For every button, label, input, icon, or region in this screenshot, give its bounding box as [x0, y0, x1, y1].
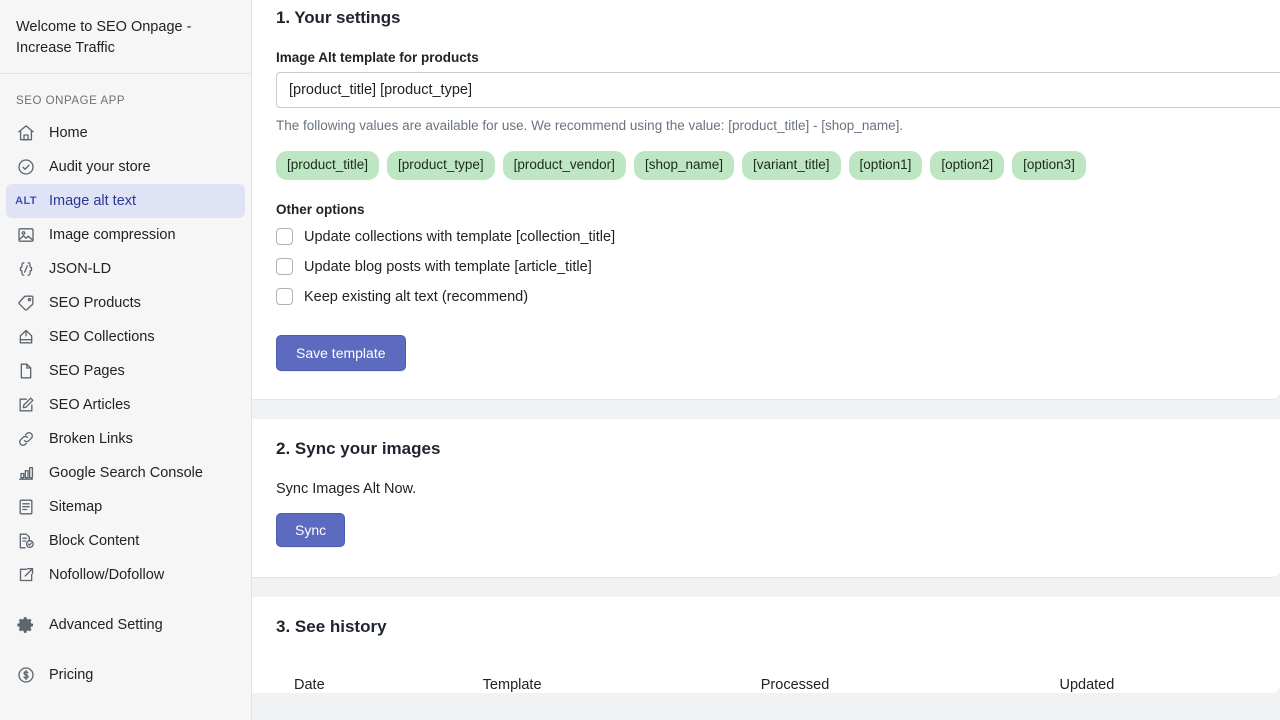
sidebar-item-label: SEO Collections [49, 329, 155, 345]
pencil-square-icon [16, 395, 36, 415]
document-shield-icon [16, 531, 36, 551]
history-column-header: Processed [761, 677, 1060, 693]
section-sync-images: 2. Sync your images Sync Images Alt Now.… [252, 419, 1280, 578]
option-row[interactable]: Update blog posts with template [article… [276, 255, 1256, 279]
sync-button[interactable]: Sync [276, 513, 345, 547]
history-column-header: Updated [1059, 677, 1256, 693]
checkbox-icon[interactable] [276, 288, 293, 305]
sidebar-item-label: SEO Pages [49, 363, 125, 379]
option-row[interactable]: Keep existing alt text (recommend) [276, 285, 1256, 309]
sidebar-welcome-title: Welcome to SEO Onpage - Increase Traffic [16, 17, 235, 59]
sidebar-item-advanced-setting[interactable]: Advanced Setting [6, 608, 245, 642]
sidebar-item-label: Block Content [49, 533, 139, 549]
sidebar-item-home[interactable]: Home [6, 116, 245, 150]
history-column-header: Template [483, 677, 761, 693]
sidebar-item-block-content[interactable]: Block Content [6, 524, 245, 558]
page-icon [16, 361, 36, 381]
template-variable-pill[interactable]: [product_vendor] [503, 151, 626, 180]
list-document-icon [16, 497, 36, 517]
sidebar-item-seo-products[interactable]: SEO Products [6, 286, 245, 320]
alt-template-label: Image Alt template for products [276, 50, 1256, 65]
section2-title: 2. Sync your images [276, 419, 1256, 459]
sidebar-item-label: Broken Links [49, 431, 133, 447]
sidebar-item-label: Sitemap [49, 499, 102, 515]
sidebar-item-label: JSON-LD [49, 261, 111, 277]
sidebar-item-label: Audit your store [49, 159, 151, 175]
template-variable-pill[interactable]: [shop_name] [634, 151, 734, 180]
template-variable-pill[interactable]: [option1] [849, 151, 923, 180]
sidebar-item-label: Advanced Setting [49, 617, 163, 633]
template-variable-pill[interactable]: [option2] [930, 151, 1004, 180]
section1-title: 1. Your settings [276, 0, 1256, 28]
sidebar-item-label: Image compression [49, 227, 176, 243]
section2-description: Sync Images Alt Now. [276, 481, 1256, 497]
alt-badge-label: ALT [15, 195, 37, 207]
sidebar-gap [6, 592, 245, 608]
image-icon [16, 225, 36, 245]
sidebar-item-image-compression[interactable]: Image compression [6, 218, 245, 252]
option-label: Keep existing alt text (recommend) [304, 289, 528, 305]
sidebar-item-pricing[interactable]: Pricing [6, 658, 245, 692]
sidebar-item-nofollow-dofollow[interactable]: Nofollow/Dofollow [6, 558, 245, 592]
sidebar-item-json-ld[interactable]: JSON-LD [6, 252, 245, 286]
sidebar-item-seo-collections[interactable]: SEO Collections [6, 320, 245, 354]
sidebar-section-label: SEO ONPAGE APP [0, 74, 251, 116]
sidebar-gap [6, 642, 245, 658]
template-variable-pill[interactable]: [variant_title] [742, 151, 841, 180]
sidebar-item-label: Google Search Console [49, 465, 203, 481]
main-content: 1. Your settings Image Alt template for … [252, 0, 1280, 720]
history-column-header: Date [294, 677, 483, 693]
alt-template-helper-text: The following values are available for u… [276, 118, 1256, 133]
sidebar-item-audit-your-store[interactable]: Audit your store [6, 150, 245, 184]
template-variable-pill[interactable]: [product_title] [276, 151, 379, 180]
sidebar-item-seo-pages[interactable]: SEO Pages [6, 354, 245, 388]
template-variable-pill[interactable]: [product_type] [387, 151, 495, 180]
sidebar-item-image-alt-text[interactable]: ALT Image alt text [6, 184, 245, 218]
sidebar-nav: Home Audit your store ALT Image alt text Ima… [0, 116, 251, 692]
section3-title: 3. See history [276, 597, 1256, 637]
external-link-icon [16, 565, 36, 585]
bar-chart-icon [16, 463, 36, 483]
tag-icon [16, 293, 36, 313]
section-see-history: 3. See history DateTemplateProcessedUpda… [252, 597, 1280, 693]
sidebar-item-label: Image alt text [49, 193, 136, 209]
gear-icon [16, 615, 36, 635]
code-braces-icon [16, 259, 36, 279]
sidebar-item-seo-articles[interactable]: SEO Articles [6, 388, 245, 422]
option-label: Update collections with template [collec… [304, 229, 615, 245]
sidebar-header: Welcome to SEO Onpage - Increase Traffic [0, 0, 251, 74]
save-template-button[interactable]: Save template [276, 335, 406, 371]
checkbox-icon[interactable] [276, 258, 293, 275]
option-row[interactable]: Update collections with template [collec… [276, 225, 1256, 249]
app-root: Welcome to SEO Onpage - Increase Traffic… [0, 0, 1280, 720]
alt-badge-icon: ALT [16, 191, 36, 211]
section-divider-band-1 [252, 400, 1280, 419]
checkbox-icon[interactable] [276, 228, 293, 245]
other-options-list: Update collections with template [collec… [276, 225, 1256, 309]
link-icon [16, 429, 36, 449]
sidebar-item-label: Nofollow/Dofollow [49, 567, 164, 583]
alt-template-input[interactable] [276, 72, 1280, 108]
home-icon [16, 123, 36, 143]
sidebar-item-label: SEO Articles [49, 397, 130, 413]
sidebar-item-label: SEO Products [49, 295, 141, 311]
other-options-title: Other options [276, 202, 1256, 217]
collection-icon [16, 327, 36, 347]
template-variable-pills: [product_title] [product_type] [product_ve… [276, 151, 1256, 180]
dollar-circle-icon [16, 665, 36, 685]
section-divider-band-2 [252, 578, 1280, 597]
option-label: Update blog posts with template [article… [304, 259, 592, 275]
sidebar-item-broken-links[interactable]: Broken Links [6, 422, 245, 456]
section-your-settings: 1. Your settings Image Alt template for … [252, 0, 1280, 400]
sidebar-item-google-search-console[interactable]: Google Search Console [6, 456, 245, 490]
template-variable-pill[interactable]: [option3] [1012, 151, 1086, 180]
check-circle-icon [16, 157, 36, 177]
history-table-header: DateTemplateProcessedUpdated [276, 677, 1256, 693]
sidebar-item-sitemap[interactable]: Sitemap [6, 490, 245, 524]
sidebar-item-label: Pricing [49, 667, 93, 683]
sidebar: Welcome to SEO Onpage - Increase Traffic… [0, 0, 252, 720]
sidebar-item-label: Home [49, 125, 88, 141]
